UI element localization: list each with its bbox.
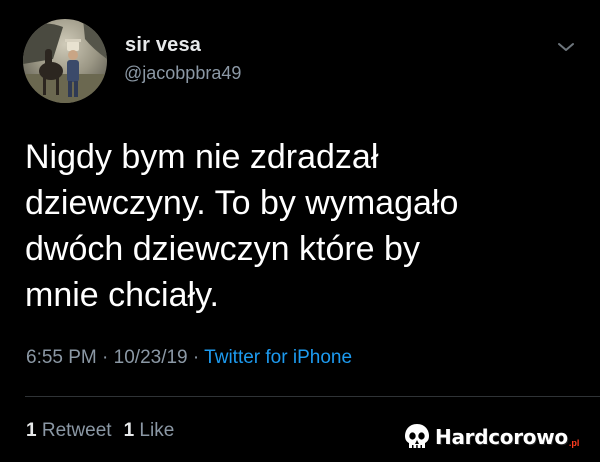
watermark-tld: .pl — [568, 438, 580, 448]
tweet-date[interactable]: 10/23/19 — [114, 347, 188, 368]
watermark: Hardcorowo .pl — [403, 419, 595, 455]
tweet-meta: 6:55 PM · 10/23/19 · Twitter for iPhone — [26, 347, 352, 369]
likes-stat[interactable]: 1 Like — [124, 420, 175, 441]
author-display-name[interactable]: sir vesa — [125, 34, 201, 57]
retweets-count: 1 — [26, 420, 37, 441]
retweets-label: Retweet — [41, 420, 112, 441]
tweet-time[interactable]: 6:55 PM — [26, 347, 97, 368]
likes-label: Like — [139, 420, 175, 441]
meta-separator: · — [102, 347, 109, 368]
tweet-source-link[interactable]: Twitter for iPhone — [204, 347, 352, 368]
meta-separator: · — [192, 347, 200, 368]
tweet-stats: 1 Retweet 1 Like — [26, 420, 174, 442]
retweets-stat[interactable]: 1 Retweet — [26, 420, 112, 441]
author-handle[interactable]: @jacobpbra49 — [124, 63, 241, 84]
avatar-photo — [23, 19, 107, 103]
likes-count: 1 — [123, 420, 135, 441]
avatar[interactable] — [23, 19, 107, 103]
tweet-text: Nigdy bym nie zdradzał dziewczyny. To by… — [25, 138, 459, 314]
skull-icon — [405, 424, 429, 448]
chevron-down-icon[interactable] — [557, 40, 575, 54]
watermark-text: Hardcorowo — [435, 425, 568, 449]
divider — [25, 396, 600, 397]
